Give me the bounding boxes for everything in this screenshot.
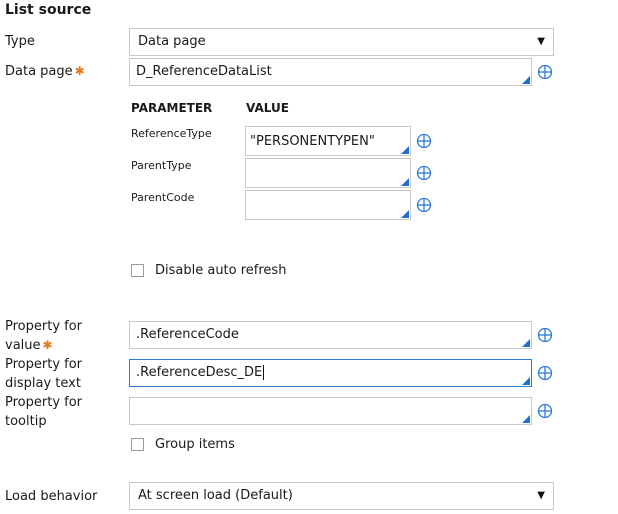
property-value-text: .ReferenceCode [136, 327, 239, 342]
autocomplete-corner-icon [522, 415, 530, 423]
type-select-value: Data page [138, 34, 206, 49]
crosshair-target-icon[interactable] [537, 327, 553, 343]
param-value-parent-code[interactable] [245, 190, 411, 220]
type-select[interactable]: Data page ▼ [129, 28, 554, 56]
property-value-label-line2: value [5, 338, 41, 353]
required-star-icon: ✱ [42, 338, 53, 352]
param-name-reference-type: ReferenceType [131, 127, 212, 140]
crosshair-target-icon[interactable] [416, 197, 432, 213]
section-title: List source [5, 2, 92, 18]
autocomplete-corner-icon [522, 377, 530, 385]
crosshair-target-icon[interactable] [416, 133, 432, 149]
param-name-parent-code: ParentCode [131, 191, 195, 204]
property-display-label-line2: display text [5, 376, 81, 391]
crosshair-target-icon[interactable] [416, 165, 432, 181]
autocomplete-corner-icon [522, 339, 530, 347]
parameter-column-header: PARAMETER [131, 101, 213, 115]
autocomplete-corner-icon [401, 146, 409, 154]
value-column-header: VALUE [246, 101, 289, 115]
required-star-icon: ✱ [74, 64, 85, 78]
property-display-input[interactable]: .ReferenceDesc_DE [129, 359, 532, 387]
autocomplete-corner-icon [522, 76, 530, 84]
param-value-reference-type[interactable]: "PERSONENTYPEN" [245, 126, 411, 156]
autocomplete-corner-icon [401, 210, 409, 218]
group-items-label: Group items [155, 437, 235, 452]
data-page-value: D_ReferenceDataList [136, 64, 272, 79]
load-behavior-label: Load behavior [5, 489, 98, 504]
param-value-parent-type[interactable] [245, 158, 411, 188]
param-name-parent-type: ParentType [131, 159, 192, 172]
group-items-checkbox[interactable] [131, 438, 144, 451]
property-display-label: Property for display text [5, 355, 82, 393]
load-behavior-select[interactable]: At screen load (Default) ▼ [129, 482, 554, 510]
property-tooltip-label-line1: Property for [5, 395, 83, 410]
autocomplete-corner-icon [401, 178, 409, 186]
disable-auto-refresh-checkbox[interactable] [131, 264, 144, 277]
property-value-label: Property for value ✱ [5, 317, 82, 355]
property-tooltip-input[interactable] [129, 397, 532, 425]
chevron-down-icon: ▼ [537, 490, 545, 501]
property-tooltip-label: Property for tooltip [5, 393, 82, 431]
property-value-input[interactable]: .ReferenceCode [129, 321, 532, 349]
chevron-down-icon: ▼ [537, 36, 545, 47]
type-label: Type [5, 34, 35, 49]
data-page-input[interactable]: D_ReferenceDataList [129, 58, 532, 86]
property-display-text: .ReferenceDesc_DE [136, 365, 263, 380]
property-display-label-line1: Property for [5, 357, 83, 372]
property-tooltip-label-line2: tooltip [5, 414, 47, 429]
crosshair-target-icon[interactable] [537, 365, 553, 381]
crosshair-target-icon[interactable] [537, 403, 553, 419]
property-value-label-line1: Property for [5, 319, 83, 334]
data-page-label: Data page ✱ [5, 62, 85, 81]
param-value-text: "PERSONENTYPEN" [250, 134, 375, 149]
data-page-label-text: Data page [5, 64, 73, 79]
crosshair-target-icon[interactable] [537, 64, 553, 80]
disable-auto-refresh-label: Disable auto refresh [155, 263, 287, 278]
text-cursor [263, 365, 265, 380]
load-behavior-value: At screen load (Default) [138, 488, 293, 503]
